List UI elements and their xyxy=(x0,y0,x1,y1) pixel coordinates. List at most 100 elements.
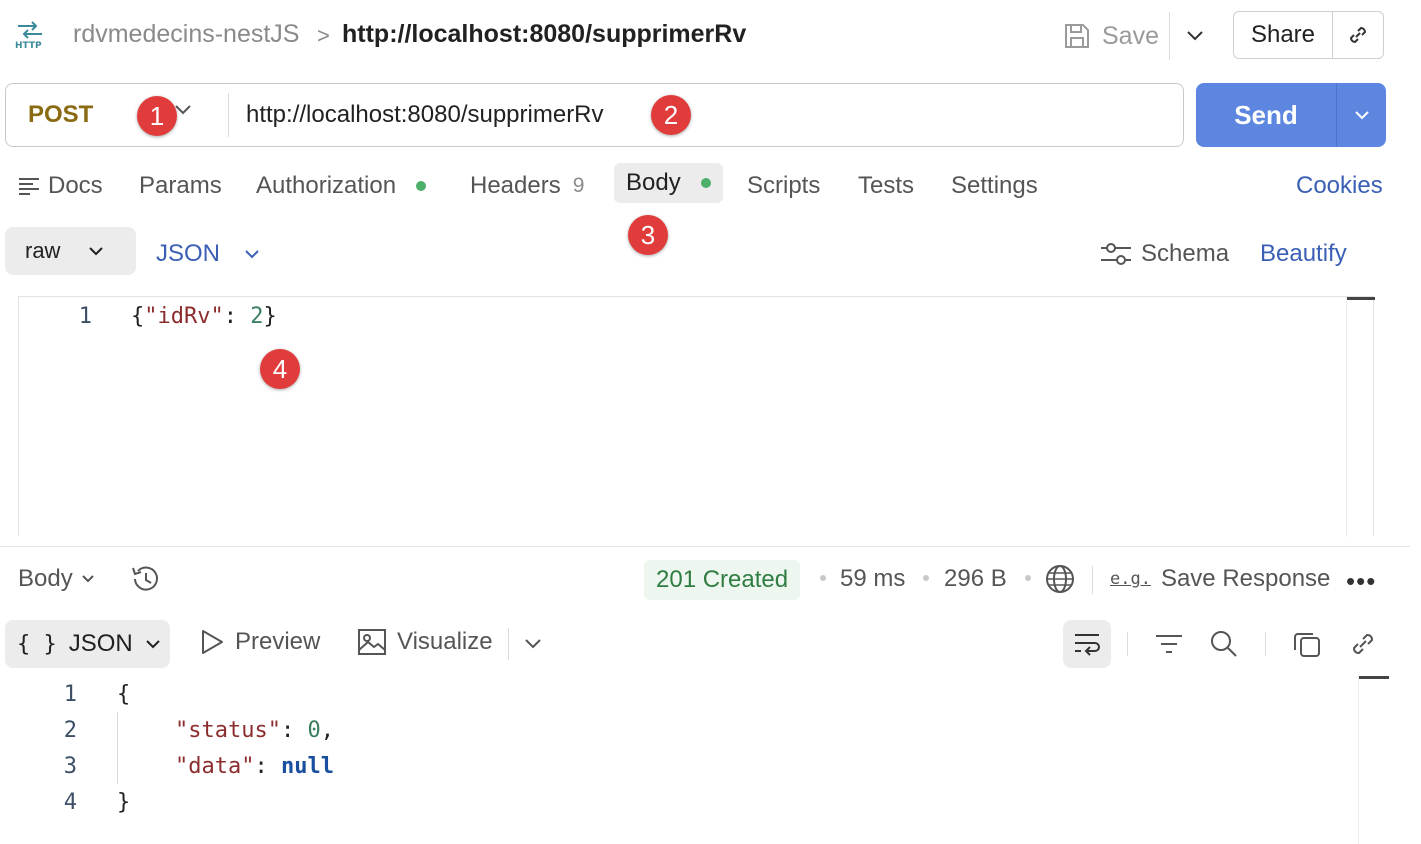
link-icon xyxy=(1353,634,1373,654)
visualize-button[interactable]: Visualize xyxy=(357,628,493,656)
response-format-label: JSON xyxy=(68,630,133,657)
request-title[interactable]: http://localhost:8080/supprimerRv xyxy=(342,20,746,49)
copy-button[interactable] xyxy=(1283,620,1331,668)
json-key: "data" xyxy=(175,754,255,779)
meta-separator xyxy=(1025,575,1031,581)
status-badge[interactable]: 201 Created xyxy=(644,560,801,600)
visualize-dropdown[interactable] xyxy=(518,630,548,663)
panel-divider[interactable] xyxy=(0,546,1410,547)
request-body-editor[interactable] xyxy=(18,296,1374,536)
tab-params-label: Params xyxy=(139,172,222,199)
line-number: 2 xyxy=(63,718,77,743)
tab-scripts[interactable]: Scripts xyxy=(747,172,820,200)
breadcrumb-separator: > xyxy=(317,23,330,48)
save-response-button[interactable]: e.g. Save Response xyxy=(1110,565,1330,593)
chevron-down-icon xyxy=(525,639,541,649)
chevron-down-icon xyxy=(245,250,259,259)
share-button[interactable]: Share xyxy=(1233,11,1384,59)
response-view-select[interactable]: Body xyxy=(18,565,95,593)
chevron-down-icon xyxy=(146,640,160,649)
http-icon: HTTP xyxy=(14,20,46,51)
chevron-down-icon xyxy=(89,247,104,256)
status-dot xyxy=(416,181,427,191)
tab-body[interactable]: Body xyxy=(614,163,723,203)
beautify-button[interactable]: Beautify xyxy=(1260,240,1347,268)
json-brace: { xyxy=(117,682,131,707)
search-icon xyxy=(1211,631,1237,657)
tab-scripts-label: Scripts xyxy=(747,172,821,199)
braces-icon: { } xyxy=(17,631,57,657)
breadcrumb-collection[interactable]: rdvmedecins-nestJS xyxy=(73,20,299,49)
link-icon xyxy=(1349,26,1367,44)
more-options-icon[interactable]: ••• xyxy=(1346,566,1376,597)
response-size[interactable]: 296 B xyxy=(944,565,1007,593)
tab-headers[interactable]: Headers 9 xyxy=(470,172,584,200)
chevron-down-icon xyxy=(81,575,94,583)
history-icon[interactable] xyxy=(129,563,163,600)
send-button[interactable]: Send xyxy=(1196,83,1386,147)
line-number: 1 xyxy=(63,682,77,707)
visualize-label: Visualize xyxy=(397,628,493,655)
play-icon xyxy=(202,630,223,654)
tab-docs-label: Docs xyxy=(48,172,103,199)
wrap-lines-button[interactable] xyxy=(1063,620,1111,668)
indent-guide xyxy=(117,712,118,784)
tab-authorization[interactable]: Authorization xyxy=(256,172,427,200)
response-format-select[interactable]: { } JSON xyxy=(5,620,170,668)
tab-tests-label: Tests xyxy=(858,172,915,199)
schema-label: Schema xyxy=(1141,240,1230,267)
wrap-icon xyxy=(1075,634,1100,656)
annotation-marker: 3 xyxy=(628,215,668,255)
meta-separator xyxy=(820,575,826,581)
status-dot xyxy=(700,178,711,188)
copy-icon xyxy=(1294,633,1320,657)
search-button[interactable] xyxy=(1200,620,1248,668)
json-value: null xyxy=(280,754,334,779)
send-options-dropdown[interactable] xyxy=(1336,83,1386,147)
body-language-label: JSON xyxy=(156,240,221,267)
body-language-select[interactable]: JSON xyxy=(156,240,260,268)
save-button[interactable]: Save xyxy=(1062,16,1159,56)
tab-authorization-label: Authorization xyxy=(256,172,397,199)
tab-settings[interactable]: Settings xyxy=(951,172,1038,200)
cookies-link[interactable]: Cookies xyxy=(1296,172,1383,200)
tab-params[interactable]: Params xyxy=(139,172,222,200)
meta-separator xyxy=(923,575,929,581)
tab-docs[interactable]: Docs xyxy=(18,172,103,200)
globe-icon[interactable] xyxy=(1044,563,1076,600)
response-time[interactable]: 59 ms xyxy=(840,565,905,593)
save-response-label: Save Response xyxy=(1160,565,1331,592)
preview-button[interactable]: Preview xyxy=(199,628,320,656)
response-scrollbar[interactable] xyxy=(1358,676,1389,844)
method-selector[interactable]: POST xyxy=(28,101,93,129)
body-mode-select[interactable]: raw xyxy=(5,227,136,275)
save-options-dropdown[interactable] xyxy=(1178,18,1212,54)
response-line[interactable]: "status": 0, xyxy=(175,718,334,743)
json-colon: : xyxy=(223,304,251,329)
toolbar-divider xyxy=(1092,566,1093,594)
sliders-icon xyxy=(1101,243,1131,265)
editor-scrollbar[interactable] xyxy=(1346,297,1375,537)
annotation-marker: 1 xyxy=(137,96,177,136)
toolbar-divider xyxy=(1169,12,1170,60)
schema-button[interactable]: Schema xyxy=(1099,240,1229,268)
toolbar-divider xyxy=(1127,632,1128,656)
filter-icon xyxy=(1156,635,1182,653)
json-brace: { xyxy=(131,304,145,329)
preview-label: Preview xyxy=(235,628,321,655)
tab-body-label: Body xyxy=(626,169,681,196)
line-number: 3 xyxy=(63,754,77,779)
copy-link-button[interactable] xyxy=(1339,620,1387,668)
save-label: Save xyxy=(1102,21,1159,50)
request-body-line[interactable]: {"idRv": 2} xyxy=(131,304,277,329)
response-view-label: Body xyxy=(18,565,73,592)
chevron-down-icon xyxy=(1354,111,1369,120)
toolbar-divider xyxy=(508,628,509,660)
response-line[interactable]: "data": null xyxy=(175,754,334,779)
filter-button[interactable] xyxy=(1145,620,1193,668)
svg-text:HTTP: HTTP xyxy=(15,41,42,50)
json-key: "idRv" xyxy=(144,304,224,329)
copy-link-button[interactable] xyxy=(1332,12,1383,58)
tab-tests[interactable]: Tests xyxy=(858,172,914,200)
url-input[interactable]: http://localhost:8080/supprimerRv xyxy=(246,101,604,129)
